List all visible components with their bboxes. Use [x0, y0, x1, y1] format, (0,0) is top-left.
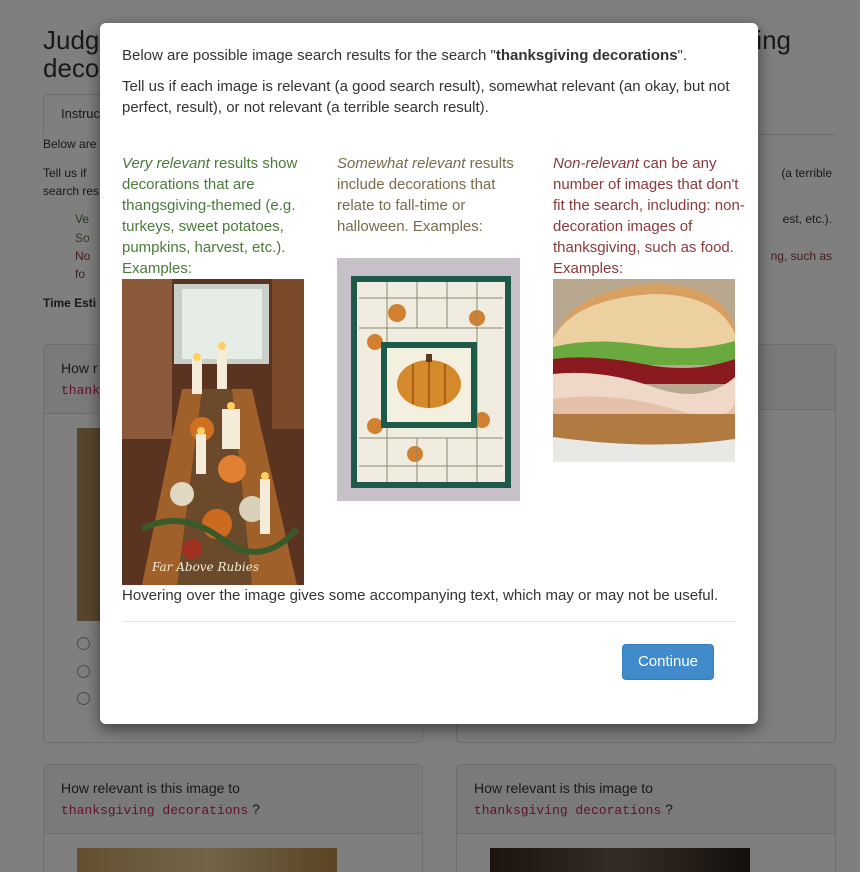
column-text: Somewhat relevant results include decora…: [337, 153, 533, 237]
column-heading: Very relevant: [122, 155, 210, 172]
intro-query: thanksgiving decorations: [495, 47, 678, 64]
modal-intro: Below are possible image search results …: [122, 45, 736, 66]
column-somewhat-relevant: Somewhat relevant results include decora…: [337, 153, 533, 501]
image-watermark: Far Above Rubies: [151, 560, 259, 574]
intro-suffix: ".: [677, 47, 688, 64]
column-text: Very relevant results show decorations t…: [122, 153, 318, 279]
column-non-relevant: Non-relevant can be any number of images…: [553, 153, 749, 462]
modal-footer-divider: [122, 621, 736, 622]
column-body: results show decorations that are thangs…: [122, 155, 298, 277]
intro-prefix: Below are possible image search results …: [122, 47, 496, 64]
hover-note: Hovering over the image gives some accom…: [122, 587, 719, 604]
column-heading: Non-relevant: [553, 155, 639, 172]
column-very-relevant: Very relevant results show decorations t…: [122, 153, 318, 585]
column-text: Non-relevant can be any number of images…: [553, 153, 749, 279]
pumpkin-card-illustration: [337, 258, 520, 501]
sandwich-illustration: [553, 279, 735, 462]
example-image-table-centerpiece[interactable]: Far Above Rubies: [122, 279, 304, 585]
modal-body: Below are possible image search results …: [122, 45, 745, 604]
column-heading: Somewhat relevant: [337, 155, 466, 172]
example-image-pumpkin-card[interactable]: [337, 258, 520, 501]
modal-instructions: Tell us if each image is relevant (a goo…: [122, 78, 730, 116]
instructions-modal: Below are possible image search results …: [100, 23, 758, 724]
centerpiece-illustration: Far Above Rubies: [122, 279, 304, 585]
continue-button[interactable]: Continue: [622, 644, 714, 680]
column-body: can be any number of images that don't f…: [553, 155, 745, 277]
example-image-turkey-sandwich[interactable]: [553, 279, 735, 462]
